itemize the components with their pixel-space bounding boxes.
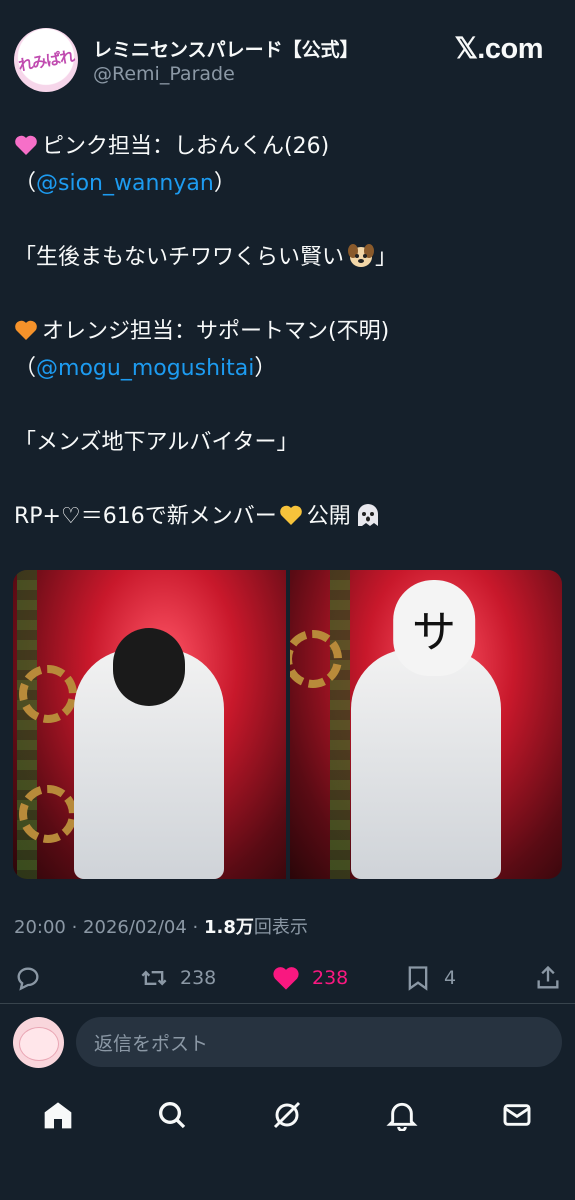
nav-notifications[interactable]: [382, 1095, 422, 1135]
view-suffix: 回表示: [253, 917, 308, 938]
quote-1-close: 」: [375, 245, 398, 270]
messages-icon: [503, 1104, 531, 1126]
repost-button[interactable]: 238: [140, 958, 216, 998]
announcement-text-b: 公開: [306, 504, 351, 529]
bookmark-count: 4: [444, 967, 457, 989]
reply-placeholder: 返信をポスト: [94, 1032, 209, 1055]
reply-input[interactable]: 返信をポスト: [76, 1017, 562, 1067]
like-icon: [273, 967, 299, 990]
like-count: 238: [312, 967, 349, 989]
quote-1-text: 「生後まもないチワワくらい賢い: [14, 245, 345, 270]
gear-decoration: [19, 785, 77, 843]
bottom-nav: [0, 1085, 575, 1145]
grok-icon: [273, 1101, 301, 1129]
dog-face-icon: [348, 244, 375, 267]
announcement-text-a: RP+♡＝616で新メンバー: [14, 504, 277, 529]
my-avatar[interactable]: [13, 1017, 64, 1068]
gear-decoration: [289, 630, 342, 688]
share-icon: [537, 965, 559, 989]
orange-role-text: オレンジ担当：サポートマン(不明): [42, 319, 390, 344]
reply-icon: [17, 967, 39, 991]
author-handle[interactable]: @Remi_Parade: [93, 63, 235, 85]
text-line-quote-2: 「メンズ地下アルバイター」: [14, 424, 559, 461]
paren-open: （: [14, 356, 37, 381]
mention-mogu[interactable]: @mogu_mogushitai: [36, 356, 254, 381]
divider: [0, 1003, 575, 1004]
text-line-mention-2: （@mogu_mogushitai）: [14, 350, 559, 387]
yellow-heart-icon: [279, 505, 302, 525]
post-meta: 20:00 · 2026/02/04 · 1.8万回表示: [14, 913, 308, 939]
reply-button[interactable]: [14, 958, 42, 998]
mask-character: サ: [411, 607, 456, 658]
gear-decoration: [19, 665, 77, 723]
orange-heart-icon: [15, 320, 37, 340]
notifications-icon: [386, 1102, 418, 1131]
avatar-face: [19, 1027, 59, 1061]
timestamp[interactable]: 20:00 · 2026/02/04 ·: [14, 917, 204, 938]
bookmark-button[interactable]: 4: [404, 958, 456, 998]
paren-open: （: [14, 171, 37, 196]
author-avatar[interactable]: れみぱれ: [14, 28, 78, 92]
vine-decoration: [329, 570, 350, 879]
avatar-logo: れみぱれ: [16, 46, 76, 75]
member-head: [113, 628, 186, 706]
text-line-pink: ピンク担当：しおんくん(26): [14, 128, 559, 165]
view-count: 1.8万: [203, 917, 254, 938]
nav-search[interactable]: [152, 1095, 192, 1135]
text-line-quote-1: 「生後まもないチワワくらい賢い 」: [14, 239, 559, 276]
pink-role-text: ピンク担当：しおんくん(26): [42, 134, 330, 159]
nav-messages[interactable]: [497, 1095, 537, 1135]
reply-composer: 返信をポスト: [0, 1012, 575, 1072]
action-bar: 238 238 4: [0, 958, 575, 998]
author-name[interactable]: レミニセンスパレード【公式】: [93, 35, 359, 62]
paren-close: ）: [213, 171, 236, 196]
mention-sion[interactable]: @sion_wannyan: [36, 171, 214, 196]
text-line-mention-1: （@sion_wannyan）: [14, 165, 559, 202]
x-logo: 𝕏.com: [454, 33, 543, 65]
like-button[interactable]: 238: [272, 958, 348, 998]
paren-close: ）: [254, 356, 277, 381]
photo-orange-member[interactable]: サ: [289, 570, 562, 879]
repost-icon: [141, 970, 167, 986]
pink-heart-icon: [15, 135, 37, 155]
photo-pink-member[interactable]: [13, 570, 286, 879]
nav-home[interactable]: [38, 1095, 78, 1135]
repost-count: 238: [180, 967, 217, 989]
media-grid: サ: [13, 570, 562, 879]
ghost-icon: [357, 504, 378, 526]
nav-grok[interactable]: [267, 1095, 307, 1135]
share-button[interactable]: [534, 958, 562, 998]
text-line-announcement: RP+♡＝616で新メンバー 公開: [14, 498, 559, 535]
home-icon: [44, 1102, 72, 1129]
text-line-orange: オレンジ担当：サポートマン(不明): [14, 313, 559, 350]
bookmark-icon: [408, 966, 428, 991]
member-figure: [350, 649, 501, 879]
post-text: ピンク担当：しおんくん(26) （@sion_wannyan） 「生後まもないチ…: [14, 128, 559, 535]
quote-2-text: 「メンズ地下アルバイター」: [14, 430, 299, 455]
post-header: れみぱれ レミニセンスパレード【公式】 @Remi_Parade 𝕏.com: [0, 0, 575, 120]
paper-mask: サ: [392, 580, 475, 676]
search-icon: [159, 1102, 186, 1129]
